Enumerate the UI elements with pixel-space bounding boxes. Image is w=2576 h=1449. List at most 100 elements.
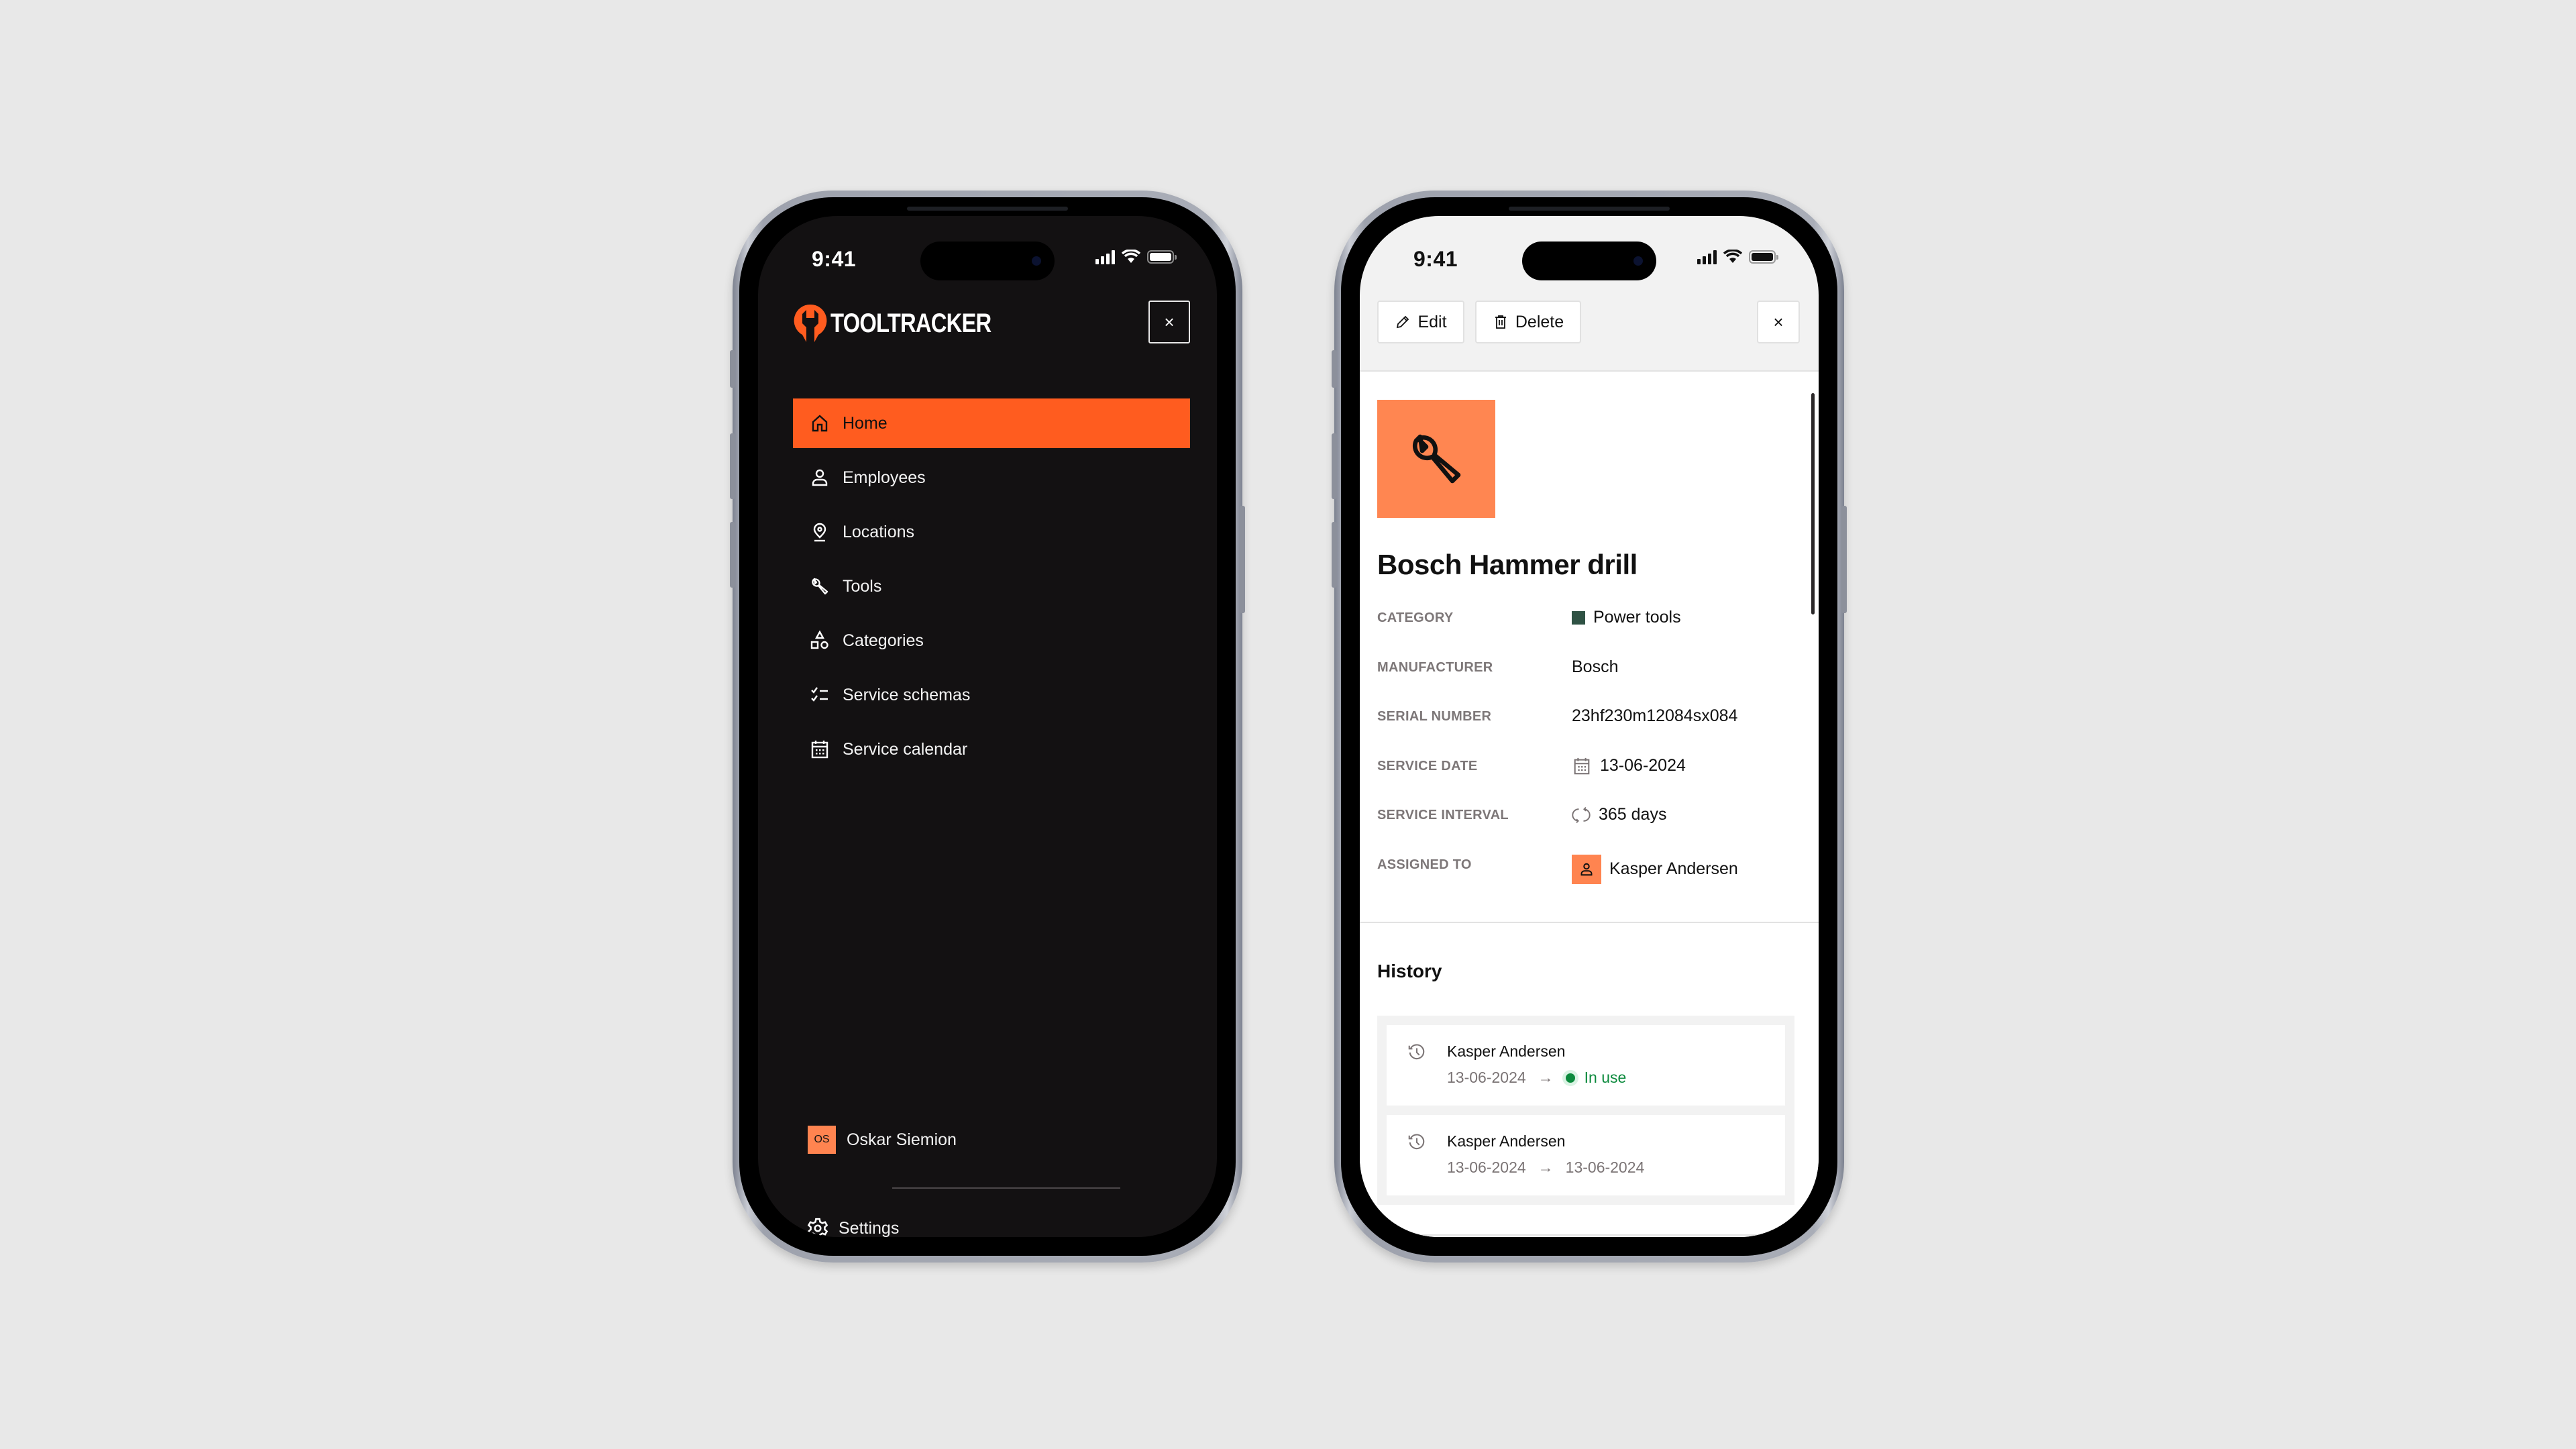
speaker: [907, 207, 1068, 211]
power-button: [1841, 506, 1847, 613]
tool-image: [1377, 400, 1495, 518]
property-row: ASSIGNED TO Kasper Andersen: [1377, 854, 1801, 904]
wifi-icon: [1723, 250, 1742, 263]
history-dates: 13-06-2024 → 13-06-2024: [1447, 1159, 1785, 1177]
brand-logo: TOOLTRACKER: [793, 303, 1026, 343]
history-from: 13-06-2024: [1447, 1069, 1526, 1086]
nav-item-tools[interactable]: Tools: [793, 561, 1190, 611]
nav-label: Tools: [843, 576, 882, 596]
close-button[interactable]: ×: [1757, 301, 1800, 343]
property-value: Power tools: [1593, 608, 1681, 627]
delete-label: Delete: [1515, 312, 1564, 331]
category-color-swatch: [1572, 610, 1585, 625]
scrollbar[interactable]: [1811, 393, 1815, 614]
nav-label: Service schemas: [843, 685, 971, 704]
property-row: SERVICE INTERVAL 365 days: [1377, 805, 1801, 855]
nav-label: Service calendar: [843, 739, 968, 759]
property-label: SERVICE DATE: [1377, 758, 1478, 773]
arrow-right-icon: →: [1538, 1159, 1554, 1176]
assignee-link[interactable]: Kasper Andersen: [1572, 854, 1738, 884]
calendar-icon: [1574, 757, 1590, 774]
settings-label: Settings: [839, 1218, 900, 1238]
speaker: [1509, 207, 1670, 211]
status-time: 9:41: [1413, 247, 1458, 271]
close-icon: ×: [1164, 311, 1175, 332]
checklist-icon: [811, 687, 828, 702]
history-icon: [1408, 1134, 1425, 1150]
phone-menu: 9:41 TOOLTRACKER × Home Employees Locati…: [730, 191, 1245, 1263]
nav-item-employees[interactable]: Employees: [793, 453, 1190, 502]
nav-item-service-calendar[interactable]: Service calendar: [793, 724, 1190, 774]
status-icons: [1697, 250, 1778, 264]
property-label: MANUFACTURER: [1377, 659, 1493, 675]
brand-name: TOOLTRACKER: [830, 308, 991, 338]
wrench-icon: [812, 578, 828, 595]
nav-label: Employees: [843, 468, 926, 487]
detail-screen: 9:41 Edit Delete × Bosch Hammer drill CA…: [1360, 216, 1819, 1237]
map-pin-icon: [813, 523, 826, 542]
battery-icon: [1749, 250, 1778, 264]
status-badge: In use: [1565, 1069, 1627, 1087]
status-time: 9:41: [812, 247, 857, 271]
history-list: Kasper Andersen 13-06-2024 → In use Kasp…: [1377, 1016, 1794, 1205]
phone-bezel: 9:41 TOOLTRACKER × Home Employees Locati…: [739, 197, 1236, 1256]
pencil-icon: [1397, 315, 1409, 329]
settings-link[interactable]: Settings: [806, 1217, 899, 1237]
property-value: 23hf230m12084sx084: [1572, 706, 1738, 725]
battery-icon: [1147, 250, 1177, 264]
nav-item-locations[interactable]: Locations: [793, 507, 1190, 557]
nav-item-service-schemas[interactable]: Service schemas: [793, 670, 1190, 720]
delete-button[interactable]: Delete: [1475, 301, 1581, 343]
history-item[interactable]: Kasper Andersen 13-06-2024 → 13-06-2024: [1387, 1115, 1785, 1195]
property-label: CATEGORY: [1377, 610, 1454, 625]
section-divider: [1360, 922, 1819, 923]
nav-item-categories[interactable]: Categories: [793, 616, 1190, 665]
property-label: ASSIGNED TO: [1377, 857, 1472, 872]
history-title: History: [1377, 961, 1442, 981]
close-icon: ×: [1773, 311, 1784, 332]
property-value: 13-06-2024: [1600, 756, 1686, 775]
wifi-icon: [1122, 250, 1140, 263]
edit-button[interactable]: Edit: [1377, 301, 1464, 343]
volume-down-button: [730, 522, 735, 588]
sidebar-nav: Home Employees Locations Tools Categorie…: [793, 398, 1190, 779]
divider: [892, 1187, 1120, 1189]
menu-screen: 9:41 TOOLTRACKER × Home Employees Locati…: [758, 216, 1217, 1237]
edit-label: Edit: [1417, 312, 1447, 331]
status-icons: [1095, 250, 1177, 264]
property-value: Bosch: [1572, 657, 1619, 676]
volume-down-button: [1332, 522, 1337, 588]
category-value[interactable]: Power tools: [1572, 608, 1681, 627]
property-row: MANUFACTURER Bosch: [1377, 657, 1801, 707]
current-user[interactable]: OS Oskar Siemion: [808, 1126, 957, 1154]
nav-item-home[interactable]: Home: [793, 398, 1190, 448]
volume-up-button: [730, 433, 735, 499]
close-menu-button[interactable]: ×: [1148, 301, 1190, 343]
history-dates: 13-06-2024 → In use: [1447, 1069, 1785, 1087]
dynamic-island: [920, 241, 1055, 280]
home-icon: [812, 415, 828, 432]
nav-label: Home: [843, 413, 888, 433]
signal-icon: [1095, 250, 1115, 264]
history-item[interactable]: Kasper Andersen 13-06-2024 → In use: [1387, 1025, 1785, 1106]
volume-up-button: [1332, 433, 1337, 499]
detail-toolbar: Edit Delete ×: [1377, 301, 1800, 347]
arrow-right-icon: →: [1538, 1069, 1554, 1086]
property-row: CATEGORY Power tools: [1377, 608, 1801, 657]
property-value: 365 days: [1599, 805, 1667, 824]
nav-label: Categories: [843, 631, 924, 650]
history-user: Kasper Andersen: [1447, 1132, 1566, 1150]
action-button: [1332, 350, 1337, 388]
action-button: [730, 350, 735, 388]
tool-title: Bosch Hammer drill: [1377, 549, 1638, 580]
section-divider: [1360, 1234, 1819, 1236]
property-label: SERIAL NUMBER: [1377, 709, 1492, 724]
status-dot: [1565, 1073, 1575, 1083]
wrench-logo-icon: [794, 304, 827, 342]
property-label: SERVICE INTERVAL: [1377, 808, 1509, 822]
dynamic-island: [1522, 241, 1656, 280]
phone-bezel: 9:41 Edit Delete × Bosch Hammer drill CA…: [1341, 197, 1837, 1256]
history-icon: [1408, 1044, 1425, 1060]
status-label: In use: [1584, 1069, 1627, 1086]
calendar-icon: [811, 741, 828, 759]
